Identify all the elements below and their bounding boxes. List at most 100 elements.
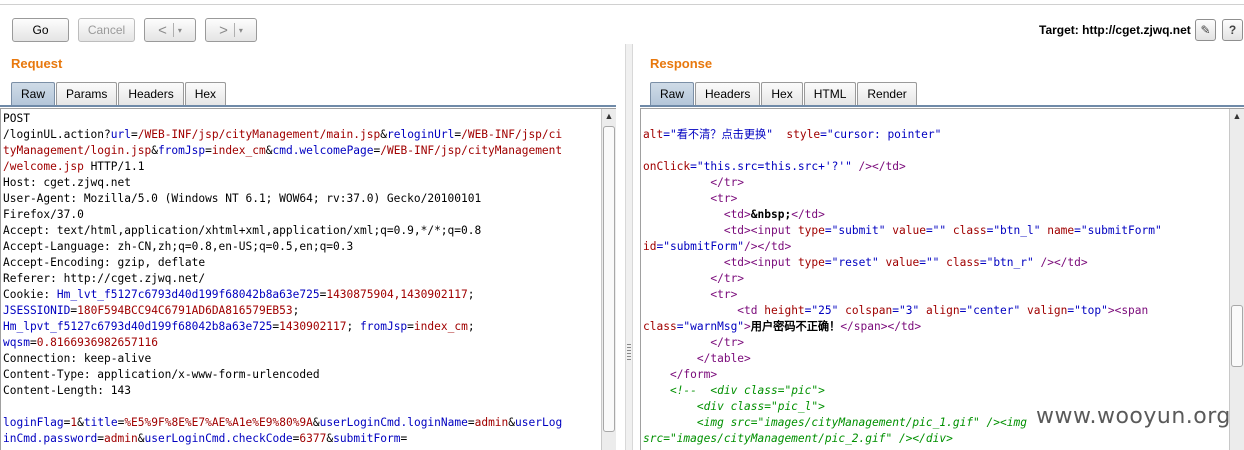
pencil-icon[interactable]: ✎ <box>1195 19 1216 41</box>
request-line: inCmd.password=admin&userLoginCmd.checkC… <box>3 431 562 447</box>
request-line: Referer: http://cget.zjwq.net/ <box>3 271 562 287</box>
response-token: /></td> <box>858 160 906 173</box>
request-scrollbar[interactable]: ▲ <box>601 109 616 450</box>
response-token: class <box>946 256 980 269</box>
response-editor[interactable]: alt="看不清？点击更换" style="cursor: pointer" o… <box>640 108 1244 450</box>
response-tab-underline <box>640 105 1244 107</box>
response-token: &nbsp; <box>750 208 792 221</box>
request-tab-raw[interactable]: Raw <box>11 82 56 105</box>
response-scrollbar[interactable]: ▲ <box>1229 109 1244 450</box>
request-line: Host: cget.zjwq.net <box>3 175 562 191</box>
request-tab-params[interactable]: Params <box>56 82 118 105</box>
response-tab-render[interactable]: Render <box>857 82 917 105</box>
request-token: Connection: keep-alive <box>3 352 152 365</box>
button-separator <box>172 23 174 37</box>
request-token: = <box>29 336 37 349</box>
response-token: ="warnMsg" <box>676 320 745 333</box>
request-token: Accept-Encoding: gzip, deflate <box>3 256 206 269</box>
response-token <box>643 352 697 365</box>
request-token: userLog <box>515 416 563 429</box>
request-token: ; <box>467 320 475 333</box>
split-divider[interactable] <box>625 44 633 450</box>
response-token: src="images/cityManagement/pic_2.gif" />… <box>643 432 953 445</box>
response-tab-html[interactable]: HTML <box>803 82 857 105</box>
help-icon[interactable]: ? <box>1222 19 1243 41</box>
request-token: Content-Type: application/x-www-form-url… <box>3 368 320 381</box>
back-dropdown-icon[interactable]: ▾ <box>178 26 182 35</box>
response-token <box>643 288 710 301</box>
response-token: ="看不清？点击更换" <box>663 128 787 141</box>
request-token: = <box>205 144 212 157</box>
response-line: </tr> <box>643 175 1162 191</box>
response-token: id <box>643 240 657 253</box>
toolbar-top-border <box>0 4 1244 5</box>
request-token: %E5%9F%8E%E7%AE%A1e%E9%80%9A <box>124 416 313 429</box>
request-token: fromJsp <box>360 320 408 333</box>
request-editor[interactable]: POST/loginUL.action?url=/WEB-INF/jsp/cit… <box>0 108 616 450</box>
request-tab-headers[interactable]: Headers <box>118 82 184 105</box>
request-token: /welcome.jsp <box>3 160 84 173</box>
back-arrow-icon: < <box>158 21 167 39</box>
request-line: Accept-Language: zh-CN,zh;q=0.8,en-US;q=… <box>3 239 562 255</box>
response-line <box>643 143 1162 159</box>
response-token <box>643 400 697 413</box>
button-separator <box>233 23 235 37</box>
request-token: & <box>380 128 387 141</box>
response-line: <tr> <box>643 191 1162 207</box>
response-token: <td> <box>723 256 751 269</box>
response-token: <td> <box>723 208 751 221</box>
response-tab-raw[interactable]: Raw <box>650 82 695 105</box>
request-token: /WEB-INF/jsp/ci <box>461 128 563 141</box>
response-scroll-thumb[interactable] <box>1231 305 1243 367</box>
request-tab-hex[interactable]: Hex <box>184 82 227 105</box>
request-line: Hm_lpvt_f5127c6793d40d199f68042b8a63e725… <box>3 319 562 335</box>
response-token: </td> <box>791 208 825 221</box>
request-line: Firefox/37.0 <box>3 207 562 223</box>
request-raw-text[interactable]: POST/loginUL.action?url=/WEB-INF/jsp/cit… <box>3 111 562 447</box>
request-token: = <box>400 432 408 445</box>
scroll-up-icon[interactable]: ▲ <box>1230 109 1244 124</box>
response-line: id="submitForm"/></td> <box>643 239 1162 255</box>
response-tab-headers[interactable]: Headers <box>695 82 761 105</box>
response-token: value <box>892 224 926 237</box>
request-token: url <box>110 128 131 141</box>
response-token: align <box>925 304 960 317</box>
response-token: onClick <box>643 160 691 173</box>
request-tabs: Raw Params Headers Hex <box>11 82 227 105</box>
cancel-button-label: Cancel <box>87 23 126 37</box>
response-token: <span <box>1114 304 1149 317</box>
cancel-button[interactable]: Cancel <box>78 18 135 42</box>
response-tab-hex[interactable]: Hex <box>761 82 803 105</box>
response-token: height <box>764 304 805 317</box>
response-line <box>643 111 1162 127</box>
request-scroll-thumb[interactable] <box>603 126 615 432</box>
request-line: Cookie: Hm_lvt_f5127c6793d40d199f68042b8… <box>3 287 562 303</box>
response-token: <!-- <div class="pic"> <box>669 384 825 397</box>
response-token: class <box>643 320 677 333</box>
forward-arrow-icon: > <box>219 21 228 39</box>
divider-grip-icon[interactable] <box>627 344 631 360</box>
response-token: ="cursor: pointer" <box>820 128 942 141</box>
response-raw-text[interactable]: alt="看不清？点击更换" style="cursor: pointer" o… <box>643 111 1162 447</box>
response-token: </tr> <box>710 336 745 349</box>
forward-button[interactable]: > ▾ <box>205 18 257 42</box>
request-token: Referer: http://cget.zjwq.net/ <box>3 272 206 285</box>
response-line: src="images/cityManagement/pic_2.gif" />… <box>643 431 1162 447</box>
request-line: /welcome.jsp HTTP/1.1 <box>3 159 562 175</box>
response-token: style <box>786 128 821 141</box>
response-token: value <box>885 256 920 269</box>
response-token: ="center" <box>959 304 1027 317</box>
back-button[interactable]: < ▾ <box>144 18 196 42</box>
response-token <box>643 224 724 237</box>
response-line: <td><input type="reset" value="" class="… <box>643 255 1162 271</box>
forward-dropdown-icon[interactable]: ▾ <box>239 26 243 35</box>
response-line: alt="看不清？点击更换" style="cursor: pointer" <box>643 127 1162 143</box>
response-token: </tr> <box>710 176 745 189</box>
scroll-up-icon[interactable]: ▲ <box>602 109 616 124</box>
response-token: </table> <box>696 352 751 365</box>
request-token: 6377 <box>299 432 327 445</box>
response-token: type <box>797 224 825 237</box>
response-token <box>643 336 710 349</box>
go-button[interactable]: Go <box>12 18 69 42</box>
request-token: 0.8166936982657116 <box>36 336 158 349</box>
